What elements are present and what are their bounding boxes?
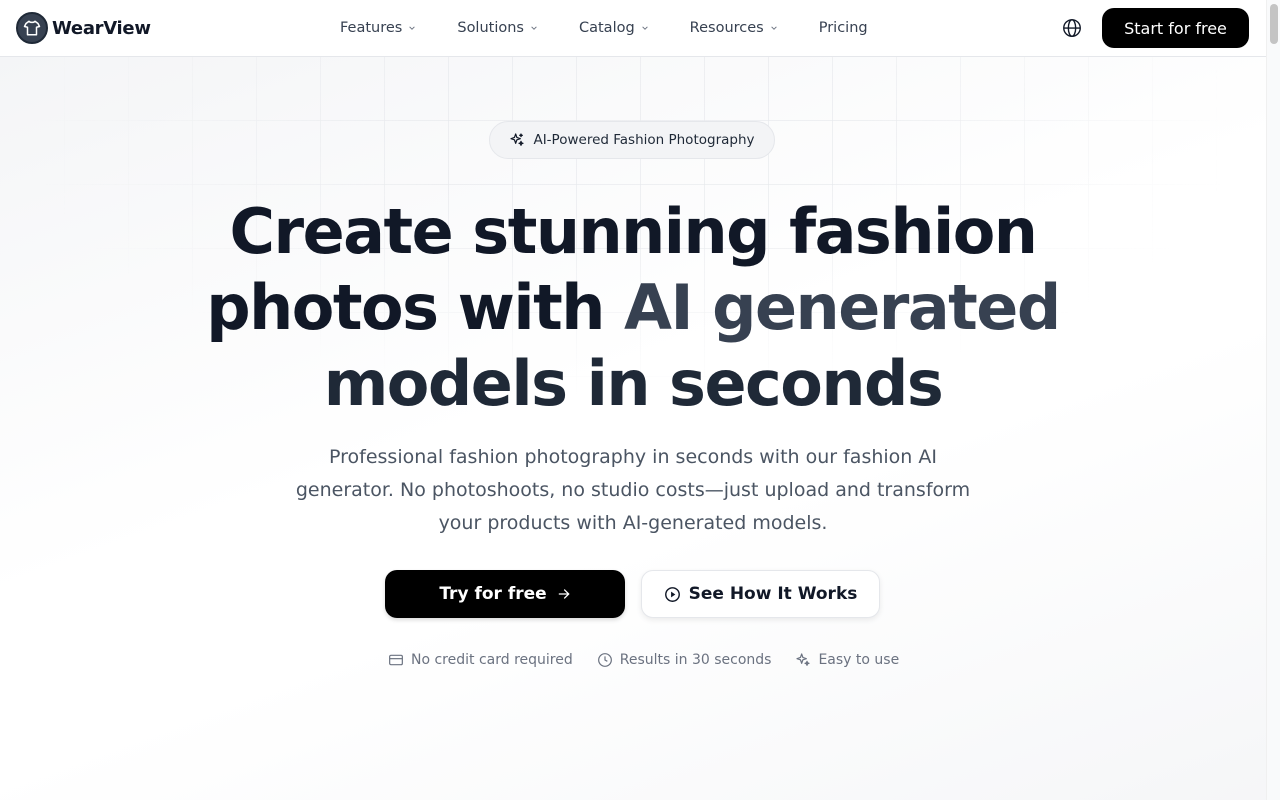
nav-catalog[interactable]: Catalog: [579, 20, 649, 36]
hero-badge: AI-Powered Fashion Photography: [489, 121, 775, 159]
headline-line-1: Create stunning fashion: [229, 195, 1038, 268]
chevron-down-icon: [409, 26, 416, 30]
headline-line-2-start: photos with: [206, 271, 624, 344]
chevron-down-icon: [770, 26, 777, 30]
start-for-free-button[interactable]: Start for free: [1102, 8, 1249, 48]
scrollbar-thumb[interactable]: [1270, 4, 1278, 44]
globe-icon[interactable]: [1061, 17, 1083, 39]
sparkles-icon: [510, 133, 525, 146]
scrollbar[interactable]: [1266, 0, 1280, 800]
background-grid: [0, 56, 1266, 800]
hero-subtext: Professional fashion photography in seco…: [295, 446, 971, 534]
see-how-it-works-button[interactable]: See How It Works: [641, 570, 880, 618]
perk-label: Results in 30 seconds: [619, 652, 772, 668]
perk-label: No credit card required: [411, 652, 573, 668]
perk-easy-to-use: Easy to use: [795, 652, 899, 668]
nav-item-label: Features: [340, 20, 403, 36]
play-circle-icon: [664, 586, 680, 602]
brand-name: WearView: [52, 17, 151, 39]
nav-resources[interactable]: Resources: [690, 20, 778, 36]
clock-icon: [597, 653, 612, 667]
chevron-down-icon: [531, 26, 537, 30]
hero-perks: No credit card required Results in 30 se…: [388, 650, 899, 670]
hero-badge-label: AI-Powered Fashion Photography: [533, 132, 755, 148]
perk-no-credit-card: No credit card required: [388, 652, 573, 668]
nav-item-label: Catalog: [578, 20, 635, 36]
hero-headline: Create stunning fashion photos with AI g…: [140, 194, 1126, 422]
perk-results-time: Results in 30 seconds: [597, 652, 772, 668]
nav-item-label: Solutions: [457, 20, 524, 36]
nav-item-label: Resources: [689, 20, 764, 36]
nav-pricing[interactable]: Pricing: [819, 20, 868, 36]
try-for-free-button[interactable]: Try for free: [385, 570, 625, 618]
nav-solutions[interactable]: Solutions: [457, 20, 538, 36]
brand-logo[interactable]: WearView: [16, 12, 151, 44]
sparkles-icon: [796, 653, 811, 666]
tshirt-logo-icon: [16, 12, 48, 44]
headline-accent: AI generated: [623, 271, 1061, 344]
perk-label: Easy to use: [818, 652, 900, 668]
see-how-it-works-label: See How It Works: [688, 584, 858, 604]
main-nav: Features Solutions Catalog Resources Pri…: [340, 18, 868, 38]
nav-item-label: Pricing: [818, 20, 868, 36]
arrow-right-icon: [558, 589, 569, 599]
nav-features[interactable]: Features: [340, 20, 416, 36]
try-for-free-label: Try for free: [439, 584, 547, 604]
credit-card-icon: [389, 654, 403, 666]
site-header: WearView Features Solutions Catalog Reso…: [0, 0, 1266, 57]
headline-line-3: models in seconds: [323, 347, 944, 420]
chevron-down-icon: [641, 26, 648, 30]
